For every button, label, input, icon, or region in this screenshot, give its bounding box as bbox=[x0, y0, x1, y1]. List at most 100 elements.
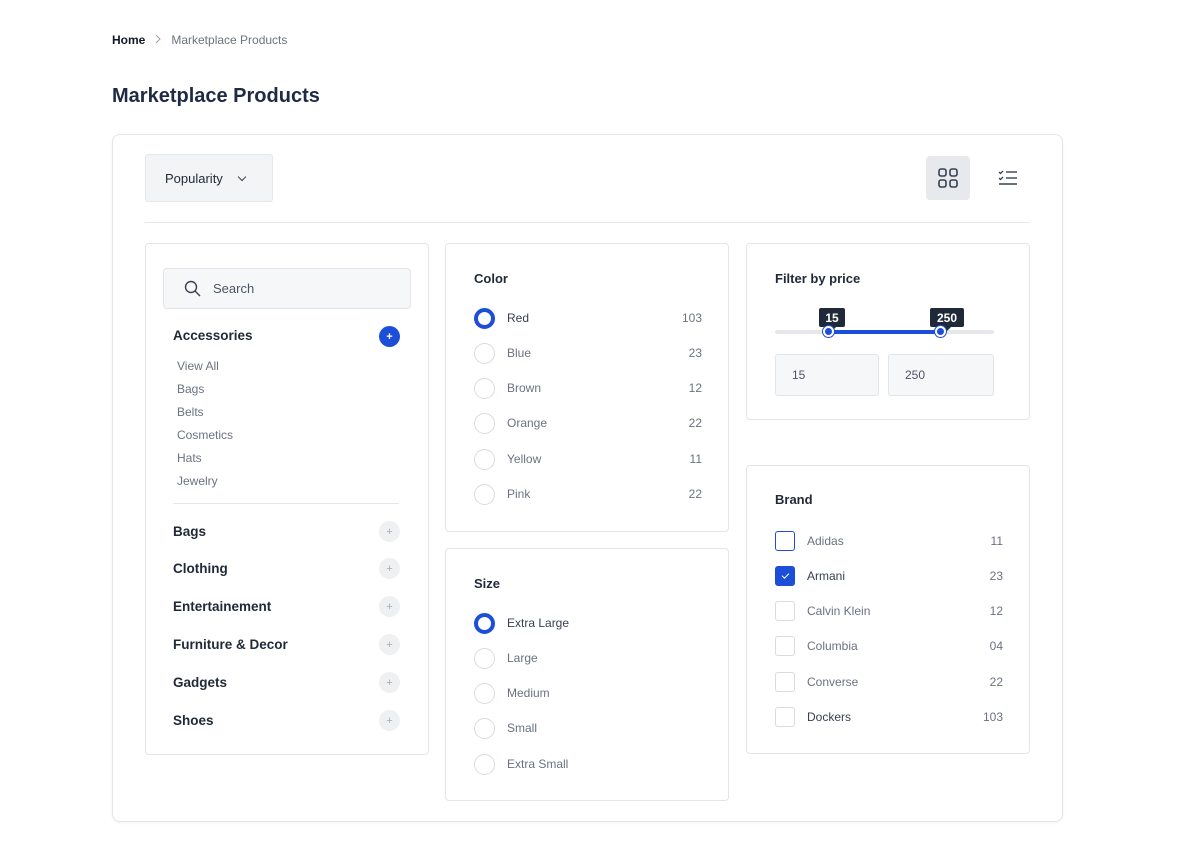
option-count: 103 bbox=[681, 311, 702, 325]
search-input[interactable] bbox=[213, 281, 393, 296]
checkbox[interactable] bbox=[775, 707, 795, 727]
radio-button[interactable] bbox=[474, 448, 495, 470]
radio-button[interactable] bbox=[474, 612, 495, 634]
price-max-input[interactable] bbox=[888, 354, 994, 396]
plus-icon: + bbox=[386, 676, 393, 689]
size-option-small[interactable]: Small bbox=[474, 717, 702, 739]
option-label: Calvin Klein bbox=[807, 604, 871, 618]
color-option-brown[interactable]: Brown 12 bbox=[474, 377, 702, 399]
category-furniture-decor[interactable]: Furniture & Decor bbox=[173, 637, 288, 652]
checkbox[interactable] bbox=[775, 672, 795, 692]
checkbox[interactable] bbox=[775, 566, 795, 586]
chevron-right-icon bbox=[155, 33, 162, 47]
option-count: 11 bbox=[990, 534, 1003, 548]
color-option-red[interactable]: Red 103 bbox=[474, 307, 702, 329]
color-option-blue[interactable]: Blue 23 bbox=[474, 342, 702, 364]
option-count: 12 bbox=[989, 604, 1003, 618]
radio-button[interactable] bbox=[474, 412, 495, 434]
option-label: Red bbox=[507, 311, 530, 325]
brand-filter-panel: Brand Adidas 11 Armani 23 Calvin Klein 1… bbox=[746, 465, 1030, 754]
option-label: Large bbox=[507, 651, 538, 665]
size-filter-title: Size bbox=[474, 576, 501, 591]
subcategory-view-all[interactable]: View All bbox=[177, 359, 219, 373]
category-clothing[interactable]: Clothing bbox=[173, 561, 228, 576]
category-accessories[interactable]: Accessories bbox=[173, 328, 253, 343]
subcategory-cosmetics[interactable]: Cosmetics bbox=[177, 428, 233, 442]
list-icon bbox=[998, 170, 1017, 185]
brand-option-adidas[interactable]: Adidas 11 bbox=[775, 530, 1003, 552]
expand-shoes-button[interactable]: + bbox=[379, 710, 400, 731]
sort-dropdown-label: Popularity bbox=[165, 170, 223, 186]
option-count: 22 bbox=[688, 416, 702, 430]
grid-icon bbox=[938, 168, 958, 188]
size-option-extra-large[interactable]: Extra Large bbox=[474, 612, 702, 634]
brand-option-columbia[interactable]: Columbia 04 bbox=[775, 635, 1003, 657]
radio-button[interactable] bbox=[474, 483, 495, 505]
chevron-down-icon bbox=[237, 172, 247, 181]
category-bags[interactable]: Bags bbox=[173, 524, 206, 539]
category-entertainement[interactable]: Entertainement bbox=[173, 599, 271, 614]
price-filter-title: Filter by price bbox=[775, 271, 861, 286]
expand-clothing-button[interactable]: + bbox=[379, 558, 400, 579]
brand-option-armani[interactable]: Armani 23 bbox=[775, 565, 1003, 587]
radio-button[interactable] bbox=[474, 647, 495, 669]
plus-icon: + bbox=[386, 562, 393, 575]
radio-button[interactable] bbox=[474, 682, 495, 704]
subcategory-bags[interactable]: Bags bbox=[177, 382, 204, 396]
breadcrumb-home-link[interactable]: Home bbox=[112, 33, 145, 47]
expand-bags-button[interactable]: + bbox=[379, 521, 400, 542]
list-view-button[interactable] bbox=[986, 156, 1030, 200]
category-shoes[interactable]: Shoes bbox=[173, 713, 214, 728]
brand-option-calvin-klein[interactable]: Calvin Klein 12 bbox=[775, 600, 1003, 622]
expand-entertainement-button[interactable]: + bbox=[379, 596, 400, 617]
price-min-handle[interactable] bbox=[823, 326, 834, 337]
radio-button[interactable] bbox=[474, 377, 495, 399]
collapse-accessories-button[interactable]: + bbox=[379, 326, 400, 347]
category-divider bbox=[173, 503, 399, 504]
grid-view-button[interactable] bbox=[926, 156, 970, 200]
option-count: 23 bbox=[688, 346, 702, 360]
size-option-extra-small[interactable]: Extra Small bbox=[474, 753, 702, 775]
brand-filter-title: Brand bbox=[775, 492, 813, 507]
checkbox[interactable] bbox=[775, 636, 795, 656]
price-max-tooltip: 250 bbox=[930, 308, 964, 331]
checkbox[interactable] bbox=[775, 601, 795, 621]
size-filter-panel: Size Extra Large Large Medium Small Extr… bbox=[445, 548, 729, 801]
price-filter-panel: Filter by price 15 250 bbox=[746, 243, 1030, 420]
price-slider-range bbox=[829, 330, 941, 334]
plus-icon: + bbox=[386, 525, 393, 538]
option-label: Medium bbox=[507, 686, 550, 700]
option-label: Blue bbox=[507, 346, 532, 360]
option-count: 22 bbox=[688, 487, 702, 501]
subcategory-belts[interactable]: Belts bbox=[177, 405, 204, 419]
color-option-yellow[interactable]: Yellow 11 bbox=[474, 448, 702, 470]
price-max-handle[interactable] bbox=[935, 326, 946, 337]
category-gadgets[interactable]: Gadgets bbox=[173, 675, 227, 690]
price-min-input[interactable] bbox=[775, 354, 879, 396]
subcategory-hats[interactable]: Hats bbox=[177, 451, 202, 465]
color-option-orange[interactable]: Orange 22 bbox=[474, 412, 702, 434]
size-option-large[interactable]: Large bbox=[474, 647, 702, 669]
radio-button[interactable] bbox=[474, 342, 495, 364]
option-label: Pink bbox=[507, 487, 531, 501]
option-label: Brown bbox=[507, 381, 542, 395]
radio-button[interactable] bbox=[474, 753, 495, 775]
brand-option-dockers[interactable]: Dockers 103 bbox=[775, 706, 1003, 728]
option-label: Extra Large bbox=[507, 616, 570, 630]
brand-option-converse[interactable]: Converse 22 bbox=[775, 671, 1003, 693]
price-min-tooltip: 15 bbox=[819, 308, 845, 331]
expand-furniture-decor-button[interactable]: + bbox=[379, 634, 400, 655]
radio-button[interactable] bbox=[474, 307, 495, 329]
size-option-medium[interactable]: Medium bbox=[474, 682, 702, 704]
plus-icon: + bbox=[386, 600, 393, 613]
color-option-pink[interactable]: Pink 22 bbox=[474, 483, 702, 505]
expand-gadgets-button[interactable]: + bbox=[379, 672, 400, 693]
radio-button[interactable] bbox=[474, 717, 495, 739]
option-count: 11 bbox=[689, 452, 702, 466]
option-label: Columbia bbox=[807, 639, 858, 653]
option-label: Armani bbox=[807, 569, 846, 583]
checkbox[interactable] bbox=[775, 531, 795, 551]
option-label: Converse bbox=[807, 675, 859, 689]
sort-dropdown[interactable]: Popularity bbox=[145, 154, 273, 202]
subcategory-jewelry[interactable]: Jewelry bbox=[177, 474, 218, 488]
